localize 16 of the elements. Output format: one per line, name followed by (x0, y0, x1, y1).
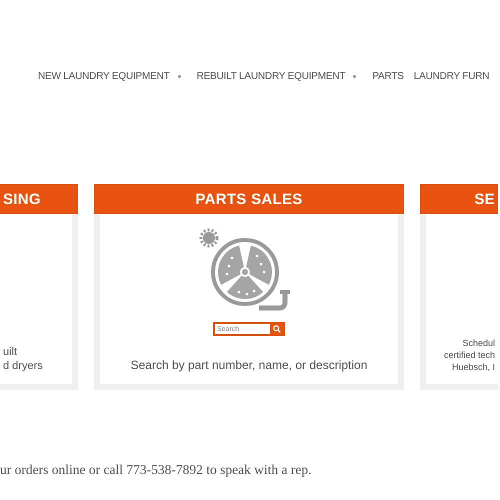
card-text: Search by part number, name, or description (130, 358, 368, 372)
card-text: certified tech (444, 350, 495, 360)
card-title: PARTS SALES (94, 184, 404, 214)
contact-text: ur orders online or call 773-538-7892 to speak with a rep. (0, 462, 313, 478)
search-button[interactable] (270, 324, 283, 334)
card-title: SE (420, 184, 498, 214)
card-text: Schedul (462, 338, 495, 348)
card-title: SING (0, 184, 78, 214)
card-text: d dryers (3, 360, 43, 372)
nav-link[interactable]: NEW LAUNDRY EQUIPMENT (38, 70, 170, 82)
card-text: uilt (3, 346, 18, 358)
nav-link[interactable]: LAUNDRY FURN (414, 70, 490, 82)
nav-link[interactable]: PARTS (372, 70, 404, 82)
nav-link[interactable]: REBUILT LAUNDRY EQUIPMENT (196, 70, 346, 82)
search-icon (272, 325, 280, 333)
card-text: Huebsch, I (452, 362, 495, 372)
